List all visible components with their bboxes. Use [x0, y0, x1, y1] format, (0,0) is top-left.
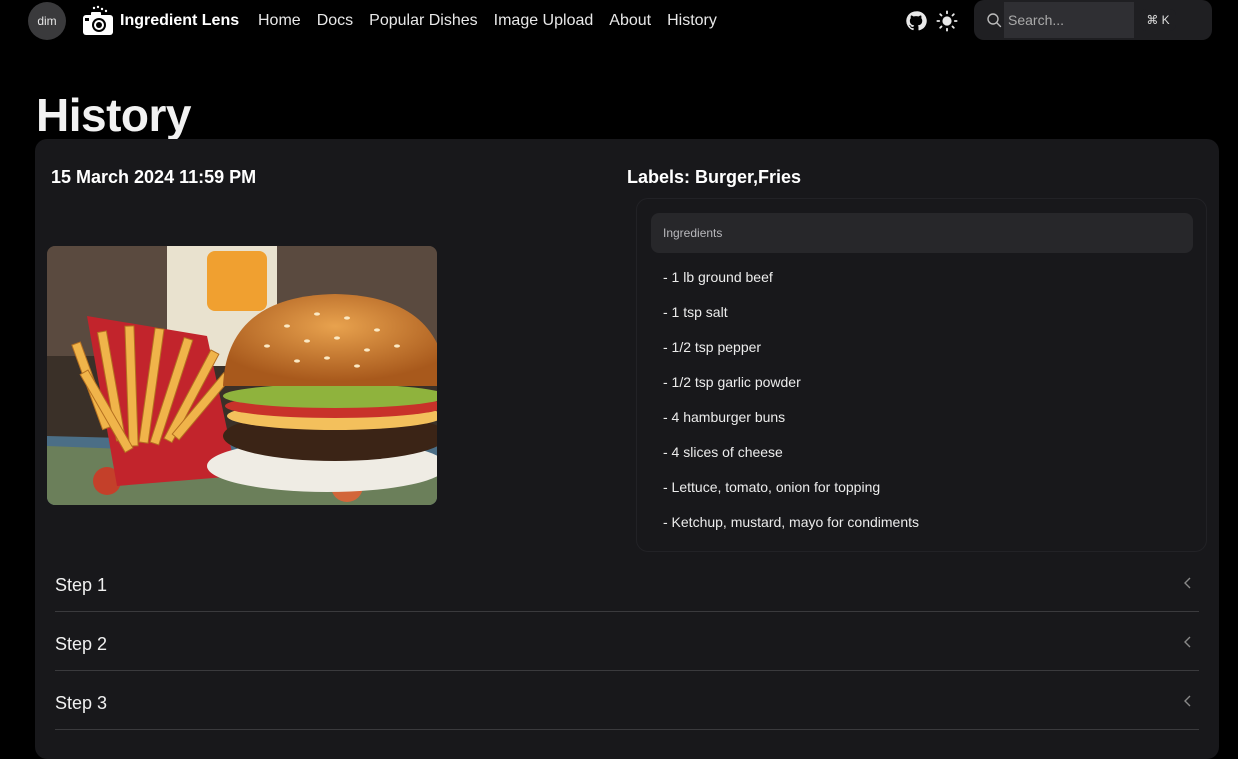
ingredient-item: - 1 lb ground beef — [663, 269, 773, 285]
history-entry-card: 15 March 2024 11:59 PM Labels: Burger,Fr… — [35, 139, 1219, 759]
ingredients-panel: Ingredients - 1 lb ground beef - 1 tsp s… — [636, 198, 1207, 552]
ingredient-item: - 4 slices of cheese — [663, 444, 783, 460]
avatar[interactable]: dim — [28, 2, 66, 40]
nav-link-home[interactable]: Home — [258, 12, 301, 30]
step-1-accordion[interactable]: Step 1 — [55, 554, 1199, 612]
ingredient-item: - 1/2 tsp pepper — [663, 339, 762, 355]
search-box[interactable]: ⌘ K — [974, 0, 1212, 40]
ingredient-item: - 1 tsp salt — [663, 304, 728, 320]
github-icon[interactable] — [905, 10, 927, 32]
ingredient-item: - Ketchup, mustard, mayo for condiments — [663, 514, 919, 530]
brand-name[interactable]: Ingredient Lens — [120, 12, 239, 30]
page-title: History — [36, 89, 191, 141]
nav-links: Home Docs Popular Dishes Image Upload Ab… — [258, 12, 733, 30]
step-label: Step 2 — [55, 634, 108, 654]
top-navbar: dim Ingredient Lens Home Docs Popular Di… — [0, 0, 1238, 44]
step-label: Step 3 — [55, 693, 108, 713]
step-2-accordion[interactable]: Step 2 — [55, 613, 1199, 671]
chevron-left-icon — [1184, 577, 1191, 589]
search-input[interactable] — [1004, 2, 1134, 38]
chevron-left-icon — [1184, 636, 1191, 648]
ingredient-item: - Lettuce, tomato, onion for topping — [663, 479, 881, 495]
search-shortcut: ⌘ K — [1140, 9, 1176, 31]
camera-logo-icon[interactable] — [82, 5, 114, 37]
ingredients-list: - 1 lb ground beef - 1 tsp salt - 1/2 ts… — [663, 265, 919, 545]
search-icon — [987, 13, 1002, 28]
nav-link-image-upload[interactable]: Image Upload — [494, 12, 594, 30]
entry-date: 15 March 2024 11:59 PM — [51, 167, 257, 187]
entry-labels: Labels: Burger,Fries — [627, 167, 802, 187]
nav-link-docs[interactable]: Docs — [317, 12, 353, 30]
ingredient-item: - 1/2 tsp garlic powder — [663, 374, 801, 390]
nav-link-about[interactable]: About — [609, 12, 651, 30]
sun-icon[interactable] — [936, 10, 958, 32]
burger-fries-photo — [47, 246, 437, 505]
ingredients-header[interactable]: Ingredients — [651, 213, 1193, 253]
ingredient-item: - 4 hamburger buns — [663, 409, 786, 425]
nav-link-history[interactable]: History — [667, 12, 717, 30]
step-label: Step 1 — [55, 575, 108, 595]
step-3-accordion[interactable]: Step 3 — [55, 672, 1199, 730]
nav-link-popular-dishes[interactable]: Popular Dishes — [369, 12, 478, 30]
chevron-left-icon — [1184, 695, 1191, 707]
